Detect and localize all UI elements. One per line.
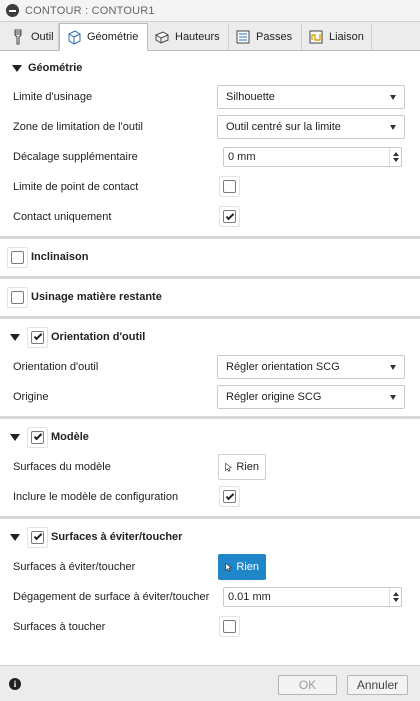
row-contact-uniquement: Contact uniquement bbox=[13, 204, 408, 230]
section-divider bbox=[0, 236, 420, 239]
field-label: Surfaces du modèle bbox=[13, 461, 111, 473]
checkmark-icon bbox=[33, 531, 42, 541]
checkmark-icon bbox=[225, 211, 234, 220]
degagement-input[interactable]: 0.01 mm bbox=[223, 587, 402, 607]
checkmark-icon bbox=[225, 491, 234, 500]
section-title: Usinage matière restante bbox=[31, 291, 162, 303]
tab-liaison[interactable]: Liaison bbox=[302, 23, 372, 50]
surfaces-modele-select-button[interactable]: Rien bbox=[218, 454, 266, 480]
dialog-footer: i OK Annuler bbox=[0, 665, 420, 701]
tab-passes[interactable]: Passes bbox=[229, 23, 302, 50]
field-label: Limite d'usinage bbox=[13, 91, 93, 103]
section-geometrie: Géométrie bbox=[0, 55, 420, 81]
dialog-title-bar: CONTOUR : CONTOUR1 bbox=[0, 0, 420, 22]
ok-button[interactable]: OK bbox=[278, 675, 337, 695]
field-label: Origine bbox=[13, 391, 49, 403]
surfaces-eviter-checkbox[interactable] bbox=[27, 526, 48, 548]
row-surfaces-eviter: Surfaces à éviter/toucher bbox=[13, 554, 408, 580]
orientation-outil-select[interactable]: Régler orientation SCG bbox=[217, 355, 405, 379]
row-inclure-modele: Inclure le modèle de configuration bbox=[13, 484, 408, 510]
surfaces-toucher-checkbox[interactable] bbox=[219, 616, 240, 637]
matiere-restante-checkbox[interactable] bbox=[7, 286, 28, 308]
field-label: Dégagement de surface à éviter/toucher bbox=[13, 591, 210, 603]
collapse-dialog-icon[interactable] bbox=[6, 4, 19, 17]
field-label: Inclure le modèle de configuration bbox=[13, 491, 179, 503]
section-matiere-restante: Usinage matière restante bbox=[0, 284, 420, 310]
heights-icon bbox=[154, 29, 170, 45]
tab-outil[interactable]: Outil bbox=[4, 23, 59, 50]
cancel-button[interactable]: Annuler bbox=[347, 675, 408, 695]
row-surfaces-toucher: Surfaces à toucher bbox=[13, 614, 408, 640]
passes-icon bbox=[235, 29, 251, 45]
tab-geometrie[interactable]: Géométrie bbox=[59, 23, 148, 51]
inclinaison-checkbox[interactable] bbox=[7, 246, 28, 268]
dropdown-arrow-icon bbox=[390, 95, 396, 100]
zone-limitation-select[interactable]: Outil centré sur la limite bbox=[217, 115, 405, 139]
surfaces-eviter-select-button[interactable]: Rien bbox=[218, 554, 266, 580]
section-title: Inclinaison bbox=[31, 251, 89, 263]
tab-hauteurs[interactable]: Hauteurs bbox=[148, 23, 229, 50]
info-icon[interactable]: i bbox=[9, 678, 21, 690]
dialog-title: CONTOUR : CONTOUR1 bbox=[25, 4, 155, 17]
limite-usinage-select[interactable]: Silhouette bbox=[217, 85, 405, 109]
origine-select[interactable]: Régler origine SCG bbox=[217, 385, 405, 409]
field-label: Zone de limitation de l'outil bbox=[13, 121, 143, 133]
section-divider bbox=[0, 316, 420, 319]
section-collapse-icon[interactable] bbox=[10, 333, 24, 341]
field-label: Contact uniquement bbox=[13, 211, 112, 223]
section-surfaces-eviter: Surfaces à éviter/toucher bbox=[0, 524, 420, 550]
checkmark-icon bbox=[33, 331, 42, 341]
linking-icon bbox=[308, 29, 324, 45]
section-title: Modèle bbox=[51, 431, 89, 443]
section-divider bbox=[0, 516, 420, 519]
spinner-arrows-icon[interactable] bbox=[389, 148, 401, 166]
cursor-arrow-icon bbox=[225, 562, 232, 572]
field-label: Limite de point de contact bbox=[13, 181, 139, 193]
orientation-checkbox[interactable] bbox=[27, 326, 48, 348]
cursor-arrow-icon bbox=[225, 462, 232, 472]
field-label: Surfaces à éviter/toucher bbox=[13, 561, 136, 573]
spinner-arrows-icon[interactable] bbox=[389, 588, 401, 606]
dropdown-arrow-icon bbox=[390, 395, 396, 400]
section-title: Surfaces à éviter/toucher bbox=[51, 531, 183, 543]
section-title: Géométrie bbox=[28, 62, 83, 74]
point-contact-checkbox[interactable] bbox=[219, 176, 240, 197]
section-collapse-icon[interactable] bbox=[10, 533, 24, 541]
field-label: Orientation d'outil bbox=[13, 361, 99, 373]
geometry-panel: Géométrie Limite d'usinage Silhouette Zo… bbox=[0, 51, 420, 665]
modele-checkbox[interactable] bbox=[27, 426, 48, 448]
section-toggle[interactable] bbox=[10, 61, 28, 75]
geometry-cube-icon bbox=[66, 29, 82, 45]
checkmark-icon bbox=[33, 431, 42, 441]
section-title: Orientation d'outil bbox=[51, 331, 146, 343]
section-orientation: Orientation d'outil bbox=[0, 324, 420, 350]
decalage-input[interactable]: 0 mm bbox=[223, 147, 402, 167]
row-surfaces-modele: Surfaces du modèle bbox=[13, 454, 408, 480]
tab-bar: Outil Géométrie Hauteurs Passes Liaison bbox=[0, 23, 420, 51]
section-collapse-icon[interactable] bbox=[10, 433, 24, 441]
dropdown-arrow-icon bbox=[390, 365, 396, 370]
section-modele: Modèle bbox=[0, 424, 420, 450]
dropdown-arrow-icon bbox=[390, 125, 396, 130]
section-inclinaison: Inclinaison bbox=[0, 244, 420, 270]
section-divider bbox=[0, 416, 420, 419]
section-divider bbox=[0, 276, 420, 279]
tool-icon bbox=[10, 29, 26, 45]
field-label: Décalage supplémentaire bbox=[13, 151, 138, 163]
inclure-modele-checkbox[interactable] bbox=[219, 486, 240, 507]
field-label: Surfaces à toucher bbox=[13, 621, 106, 633]
row-point-contact: Limite de point de contact bbox=[13, 174, 408, 200]
contact-uniquement-checkbox[interactable] bbox=[219, 206, 240, 227]
